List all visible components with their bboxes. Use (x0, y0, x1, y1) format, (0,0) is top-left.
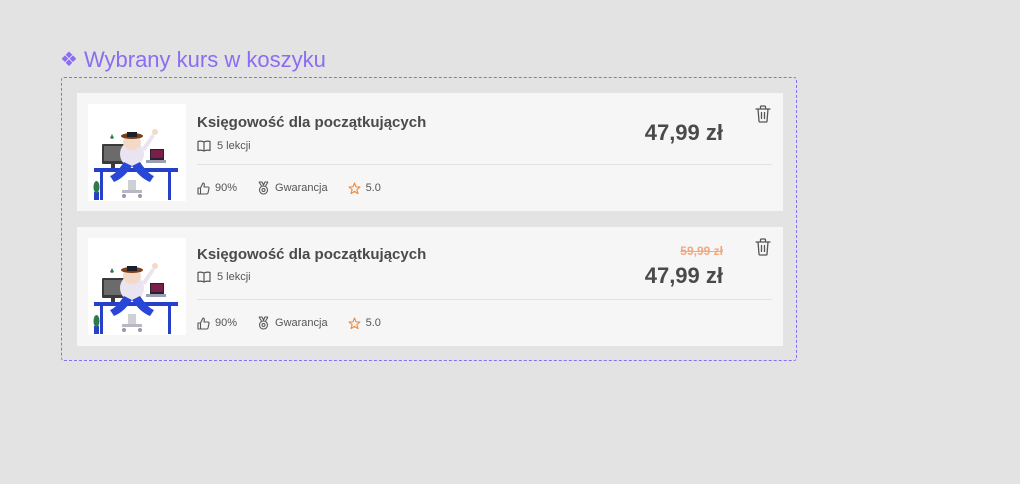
section-title: ❖ Wybrany kurs w koszyku (60, 47, 326, 73)
component-diamond-icon: ❖ (60, 49, 78, 71)
course-title[interactable]: Księgowość dla początkujących (197, 114, 426, 131)
guarantee-label: Gwarancja (275, 317, 328, 329)
trash-icon (755, 105, 771, 123)
guarantee-badge: Gwarancja (257, 316, 328, 330)
medal-icon (257, 181, 270, 195)
divider (197, 299, 772, 300)
trash-icon (755, 238, 771, 256)
price: 47,99 zł (644, 120, 723, 145)
likes-value: 90% (215, 317, 238, 329)
thumbs-up-icon (197, 316, 210, 330)
rating: 5.0 (348, 316, 381, 330)
divider (197, 164, 772, 165)
lessons-info: 5 lekcji (197, 140, 251, 152)
section-title-text: Wybrany kurs w koszyku (83, 47, 326, 72)
lessons-count: 5 lekcji (217, 140, 251, 152)
cart-items-frame: Księgowość dla początkujących 5 lekcji 9… (61, 77, 797, 361)
guarantee-label: Gwarancja (275, 182, 328, 194)
cart-item[interactable]: Księgowość dla początkujących 5 lekcji 9… (77, 227, 783, 346)
cart-item[interactable]: Księgowość dla początkujących 5 lekcji 9… (77, 93, 783, 211)
remove-item-button[interactable] (755, 105, 771, 123)
rating-value: 5.0 (365, 317, 381, 329)
rating: 5.0 (348, 181, 381, 195)
likes-stat: 90% (197, 316, 238, 330)
course-meta: 90% Gwarancja 5.0 (197, 181, 401, 195)
course-title[interactable]: Księgowość dla początkujących (197, 246, 426, 263)
guarantee-badge: Gwarancja (257, 181, 328, 195)
book-icon (197, 271, 211, 283)
course-meta: 90% Gwarancja 5.0 (197, 316, 401, 330)
star-icon (348, 181, 361, 195)
course-thumbnail (88, 238, 186, 335)
old-price: 59,99 zł (680, 244, 723, 258)
course-thumbnail (88, 104, 186, 201)
rating-value: 5.0 (365, 182, 381, 194)
star-icon (348, 316, 361, 330)
remove-item-button[interactable] (755, 238, 771, 256)
book-icon (197, 140, 211, 152)
thumbs-up-icon (197, 181, 210, 195)
likes-value: 90% (215, 182, 238, 194)
medal-icon (257, 316, 270, 330)
likes-stat: 90% (197, 181, 238, 195)
lessons-count: 5 lekcji (217, 271, 251, 283)
price: 47,99 zł (644, 263, 723, 288)
lessons-info: 5 lekcji (197, 271, 251, 283)
